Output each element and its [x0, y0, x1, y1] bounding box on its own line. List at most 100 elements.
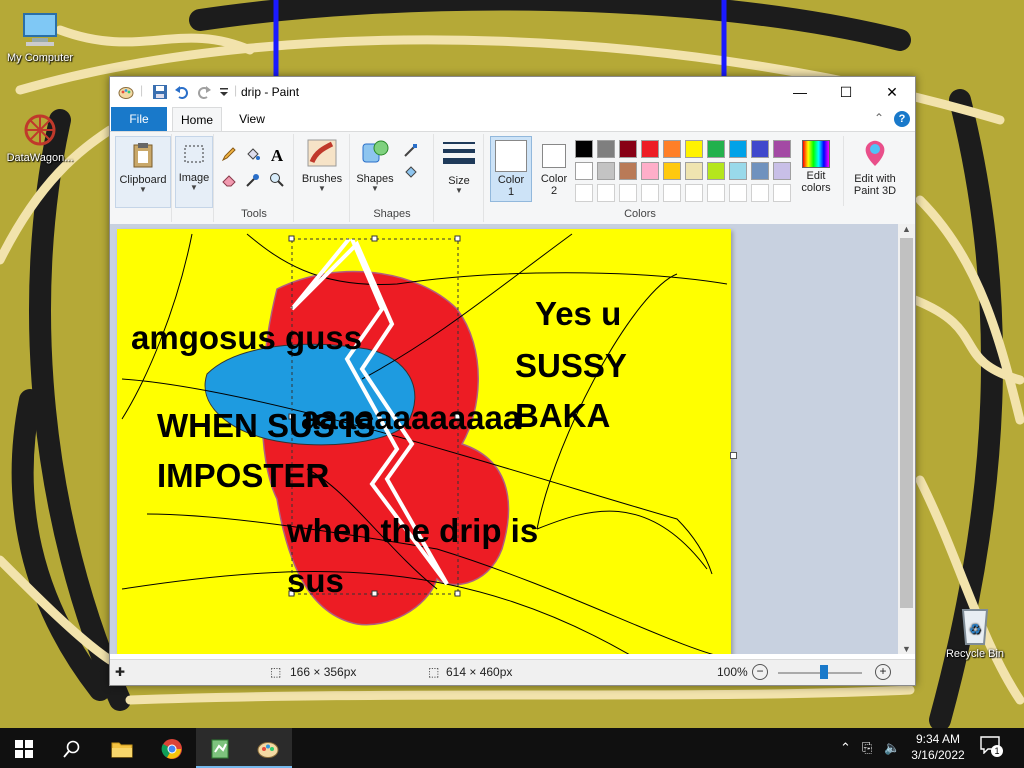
- edit-colors-label: Edit colors: [801, 170, 831, 194]
- color-swatch[interactable]: [663, 162, 681, 180]
- collapse-ribbon-icon[interactable]: ⌃: [874, 111, 884, 125]
- clock[interactable]: 9:34 AM 3/16/2022: [904, 731, 972, 763]
- windows-logo-icon: [15, 739, 33, 758]
- customize-toolbar-icon[interactable]: [216, 84, 232, 100]
- image-size: 614 × 460px: [446, 665, 513, 679]
- desktop-icon-datawagon[interactable]: DataWagon...: [0, 110, 80, 164]
- paint-taskbar-button[interactable]: [244, 728, 292, 768]
- color-swatch[interactable]: [597, 140, 615, 158]
- color-swatch[interactable]: [575, 162, 593, 180]
- zoom-out-button[interactable]: −: [752, 664, 768, 680]
- color2-swatch: [542, 144, 566, 168]
- canvas-text-sussy: SUSSY: [515, 347, 627, 384]
- color-swatch[interactable]: [729, 140, 747, 158]
- color-picker-icon[interactable]: [243, 172, 263, 192]
- color-swatch[interactable]: [773, 140, 791, 158]
- color-swatch[interactable]: [619, 184, 637, 202]
- desktop-icon-label: DataWagon...: [6, 152, 74, 164]
- color-swatch[interactable]: [663, 184, 681, 202]
- color-swatch[interactable]: [751, 162, 769, 180]
- color-swatch[interactable]: [597, 184, 615, 202]
- text-tool-icon[interactable]: A: [267, 146, 287, 166]
- brushes-group: Brushes ▼: [295, 134, 350, 222]
- color-swatch[interactable]: [641, 140, 659, 158]
- canvas-resize-handle[interactable]: [730, 452, 737, 459]
- close-button[interactable]: ✕: [869, 77, 915, 107]
- color-swatch[interactable]: [773, 162, 791, 180]
- start-button[interactable]: [0, 728, 48, 768]
- tab-file[interactable]: File: [111, 107, 167, 131]
- color2-button[interactable]: Color 2: [535, 136, 573, 200]
- canvas-text-imposter: IMPOSTER: [157, 457, 330, 494]
- fill-icon[interactable]: [401, 164, 421, 184]
- color-swatch[interactable]: [751, 140, 769, 158]
- scroll-thumb[interactable]: [900, 238, 913, 608]
- color-swatch[interactable]: [619, 162, 637, 180]
- canvas-workarea[interactable]: amgosus guss Yes u SUSSY BAKA WHEN SUS I…: [110, 224, 915, 654]
- desktop-icon-my-computer[interactable]: My Computer: [0, 10, 80, 64]
- desktop-icon-recycle-bin[interactable]: ♻ Recycle Bin: [935, 602, 1015, 660]
- color-swatch[interactable]: [619, 140, 637, 158]
- window-title: drip - Paint: [241, 85, 300, 99]
- outline-icon[interactable]: [401, 142, 421, 162]
- pencil-icon[interactable]: [219, 146, 239, 166]
- zoom-in-button[interactable]: +: [875, 664, 891, 680]
- drawing-canvas[interactable]: amgosus guss Yes u SUSSY BAKA WHEN SUS I…: [117, 229, 731, 654]
- maximize-button[interactable]: ☐: [823, 77, 869, 107]
- color-swatch[interactable]: [685, 184, 703, 202]
- color-swatch[interactable]: [575, 184, 593, 202]
- minimize-button[interactable]: —: [777, 77, 823, 107]
- color-swatch[interactable]: [663, 140, 681, 158]
- title-bar[interactable]: | | drip - Paint — ☐ ✕: [110, 77, 915, 107]
- canvas-text-yes-u: Yes u: [535, 295, 622, 332]
- app-button-editor[interactable]: [196, 728, 244, 768]
- color-swatch[interactable]: [707, 184, 725, 202]
- scroll-up-icon[interactable]: ▲: [902, 224, 911, 234]
- edit-colors-button[interactable]: Edit colors: [795, 136, 837, 206]
- vertical-scrollbar[interactable]: ▲ ▼: [898, 224, 915, 654]
- brushes-button[interactable]: Brushes ▼: [297, 136, 347, 206]
- color-swatch[interactable]: [729, 184, 747, 202]
- eraser-icon[interactable]: [219, 172, 239, 192]
- shapes-group-label: Shapes: [373, 208, 411, 220]
- desktop-icon-label: My Computer: [6, 52, 74, 64]
- chrome-button[interactable]: [148, 728, 196, 768]
- color-swatch[interactable]: [641, 162, 659, 180]
- color-swatch[interactable]: [685, 162, 703, 180]
- paint-window[interactable]: | | drip - Paint — ☐ ✕ File Home View ⌃ …: [109, 76, 916, 686]
- color-swatch[interactable]: [773, 184, 791, 202]
- volume-icon[interactable]: 🔈: [884, 740, 900, 756]
- color-swatch[interactable]: [641, 184, 659, 202]
- colors-group: Color 1 Color 2 Edit colors Colors Edit wit…: [485, 134, 910, 222]
- network-icon[interactable]: ⎘: [862, 740, 872, 756]
- paint3d-label: Edit with Paint 3D: [853, 173, 897, 197]
- image-button[interactable]: Image ▼: [175, 136, 213, 208]
- fill-bucket-icon[interactable]: [243, 146, 263, 166]
- color-swatch[interactable]: [575, 140, 593, 158]
- color-swatch[interactable]: [597, 162, 615, 180]
- notification-button[interactable]: 1: [980, 736, 1004, 760]
- redo-icon[interactable]: [196, 84, 212, 100]
- tab-home[interactable]: Home: [172, 107, 222, 131]
- magnifier-icon[interactable]: [267, 172, 287, 192]
- tab-view[interactable]: View: [228, 107, 276, 131]
- clipboard-button[interactable]: Clipboard ▼: [115, 136, 171, 208]
- undo-icon[interactable]: [174, 84, 190, 100]
- color-swatch[interactable]: [729, 162, 747, 180]
- color-swatch[interactable]: [707, 140, 725, 158]
- color1-button[interactable]: Color 1: [490, 136, 532, 202]
- size-button[interactable]: Size ▼: [439, 136, 479, 206]
- shapes-button[interactable]: Shapes ▼: [353, 136, 397, 206]
- paint3d-button[interactable]: Edit with Paint 3D: [843, 136, 906, 206]
- color-swatch[interactable]: [707, 162, 725, 180]
- help-icon[interactable]: ?: [894, 111, 910, 127]
- file-explorer-button[interactable]: [98, 728, 146, 768]
- show-hidden-icons-icon[interactable]: ⌃: [840, 740, 851, 756]
- scroll-down-icon[interactable]: ▼: [902, 644, 911, 654]
- tools-group: A Tools: [215, 134, 294, 222]
- color-swatch[interactable]: [751, 184, 769, 202]
- zoom-slider-thumb[interactable]: [820, 665, 829, 679]
- search-button[interactable]: [48, 728, 96, 768]
- color-swatch[interactable]: [685, 140, 703, 158]
- save-icon[interactable]: [152, 84, 168, 100]
